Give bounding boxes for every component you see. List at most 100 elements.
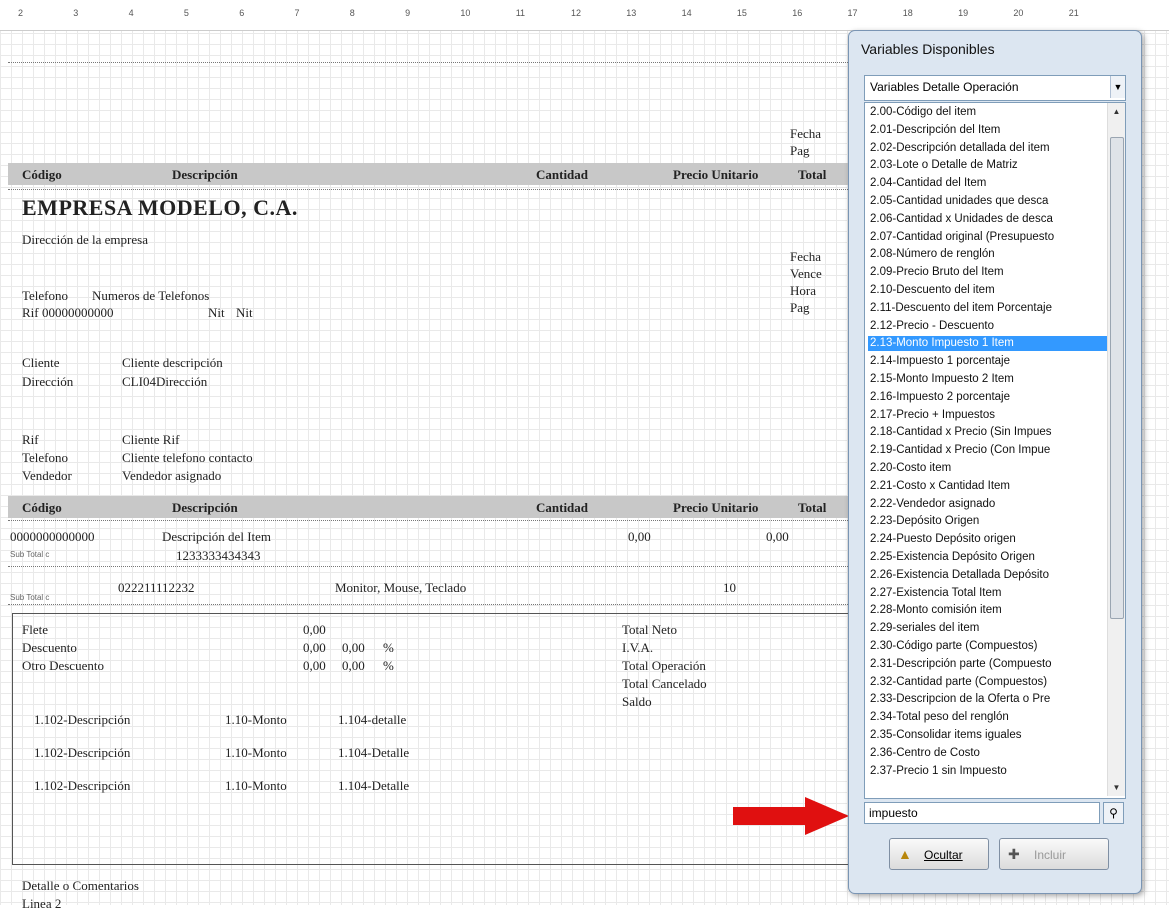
sub-row-description[interactable]: Monitor, Mouse, Teclado — [335, 580, 466, 595]
variable-list-item[interactable]: 2.23-Depósito Origen — [868, 514, 1108, 529]
variable-list-item[interactable]: 2.04-Cantidad del Item — [868, 176, 1108, 191]
client-telefono-label[interactable]: Telefono — [22, 450, 68, 465]
pay-detalle-3[interactable]: 1.104-Detalle — [338, 778, 409, 793]
variable-list-item[interactable]: 2.28-Monto comisión item — [868, 603, 1108, 618]
variable-list-item[interactable]: 2.36-Centro de Costo — [868, 746, 1108, 761]
incluir-button[interactable]: ✚ Incluir — [999, 838, 1109, 870]
variable-list-item[interactable]: 2.24-Puesto Depósito origen — [868, 532, 1108, 547]
variable-list-item[interactable]: 2.34-Total peso del renglón — [868, 710, 1108, 725]
descuento-value[interactable]: 0,00 — [303, 640, 326, 655]
detail-code[interactable]: 0000000000000 — [10, 529, 95, 544]
column-codigo[interactable]: Código — [22, 167, 62, 182]
variable-list-item[interactable]: 2.19-Cantidad x Precio (Con Impue — [868, 443, 1108, 458]
variable-list-item[interactable]: 2.01-Descripción del Item — [868, 123, 1108, 138]
sub-row-quantity[interactable]: 10 — [723, 580, 736, 595]
list-scrollbar[interactable]: ▲ ▼ — [1107, 103, 1125, 796]
linea-label[interactable]: Linea 2 — [22, 896, 61, 911]
detail-column-precio-unitario[interactable]: Precio Unitario — [673, 500, 758, 515]
flete-label[interactable]: Flete — [22, 622, 48, 637]
pay-desc-3[interactable]: 1.102-Descripción — [34, 778, 130, 793]
detail-serial[interactable]: 1233333434343 — [176, 548, 261, 563]
variable-list-item[interactable]: 2.00-Código del item — [868, 105, 1108, 120]
iva-label[interactable]: I.V.A. — [622, 640, 653, 655]
scroll-down-icon[interactable]: ▼ — [1108, 779, 1125, 796]
descuento-label[interactable]: Descuento — [22, 640, 77, 655]
detail-description[interactable]: Descripción del Item — [162, 529, 271, 544]
total-cancelado-label[interactable]: Total Cancelado — [622, 676, 707, 691]
direccion-value[interactable]: CLI04Dirección — [122, 374, 207, 389]
direccion-label[interactable]: Dirección — [22, 374, 73, 389]
pay-monto-3[interactable]: 1.10-Monto — [225, 778, 287, 793]
variable-list-item[interactable]: 2.10-Descuento del item — [868, 283, 1108, 298]
variable-list-item[interactable]: 2.31-Descripción parte (Compuesto — [868, 657, 1108, 672]
variable-list-item[interactable]: 2.20-Costo item — [868, 461, 1108, 476]
variable-list-item[interactable]: 2.12-Precio - Descuento — [868, 319, 1108, 334]
variable-list-item[interactable]: 2.30-Código parte (Compuestos) — [868, 639, 1108, 654]
variable-list-item[interactable]: 2.27-Existencia Total Item — [868, 586, 1108, 601]
company-address[interactable]: Dirección de la empresa — [22, 232, 148, 247]
hora-label[interactable]: Hora — [790, 283, 816, 298]
pay-monto-2[interactable]: 1.10-Monto — [225, 745, 287, 760]
client-rif-label[interactable]: Rif — [22, 432, 39, 447]
telefono-value[interactable]: Numeros de Telefonos — [92, 288, 209, 303]
variables-category-select[interactable]: Variables Detalle Operación ▼ — [864, 75, 1126, 101]
pay-detalle-1[interactable]: 1.104-detalle — [338, 712, 406, 727]
variables-list[interactable]: 2.00-Código del item 2.01-Descripción del… — [864, 102, 1126, 799]
variable-list-item[interactable]: 2.02-Descripción detallada del item — [868, 141, 1108, 156]
telefono-label[interactable]: Telefono — [22, 288, 68, 303]
variable-list-item[interactable]: 2.14-Impuesto 1 porcentaje — [868, 354, 1108, 369]
variable-list-item[interactable]: 2.16-Impuesto 2 porcentaje — [868, 390, 1108, 405]
nit-value[interactable]: Nit — [236, 305, 253, 320]
rif-value[interactable]: 00000000000 — [42, 305, 114, 320]
cliente-value[interactable]: Cliente descripción — [122, 355, 223, 370]
column-total[interactable]: Total — [798, 167, 826, 182]
scroll-thumb[interactable] — [1110, 137, 1124, 619]
rif-label[interactable]: Rif — [22, 305, 39, 320]
search-icon[interactable]: ⚲ — [1103, 802, 1124, 824]
variable-list-item[interactable]: 2.05-Cantidad unidades que desca — [868, 194, 1108, 209]
variable-list-item[interactable]: 2.18-Cantidad x Precio (Sin Impues — [868, 425, 1108, 440]
variable-list-item[interactable]: 2.13-Monto Impuesto 1 Item — [868, 336, 1108, 352]
detail-column-codigo[interactable]: Código — [22, 500, 62, 515]
variable-list-item[interactable]: 2.26-Existencia Detallada Depósito — [868, 568, 1108, 583]
detail-price[interactable]: 0,00 — [766, 529, 789, 544]
detail-column-cantidad[interactable]: Cantidad — [536, 500, 588, 515]
comments-label[interactable]: Detalle o Comentarios — [22, 878, 139, 893]
variables-panel[interactable]: Variables Disponibles Variables Detalle … — [848, 30, 1142, 894]
variable-list-item[interactable]: 2.08-Número de renglón — [868, 247, 1108, 262]
totals-band[interactable] — [12, 613, 850, 865]
total-neto-label[interactable]: Total Neto — [622, 622, 677, 637]
detail-column-descripcion[interactable]: Descripción — [172, 500, 238, 515]
variable-list-item[interactable]: 2.06-Cantidad x Unidades de desca — [868, 212, 1108, 227]
descuento-percent[interactable]: 0,00 — [342, 640, 365, 655]
flete-value[interactable]: 0,00 — [303, 622, 326, 637]
otro-descuento-percent[interactable]: 0,00 — [342, 658, 365, 673]
pay-monto-1[interactable]: 1.10-Monto — [225, 712, 287, 727]
variable-list-item[interactable]: 2.07-Cantidad original (Presupuesto — [868, 230, 1108, 245]
otro-descuento-label[interactable]: Otro Descuento — [22, 658, 104, 673]
variable-list-item[interactable]: 2.35-Consolidar items iguales — [868, 728, 1108, 743]
variable-list-item[interactable]: 2.15-Monto Impuesto 2 Item — [868, 372, 1108, 387]
otro-descuento-value[interactable]: 0,00 — [303, 658, 326, 673]
variable-list-item[interactable]: 2.29-seriales del item — [868, 621, 1108, 636]
variable-list-item[interactable]: 2.21-Costo x Cantidad Item — [868, 479, 1108, 494]
pay-desc-1[interactable]: 1.102-Descripción — [34, 712, 130, 727]
client-rif-value[interactable]: Cliente Rif — [122, 432, 179, 447]
client-telefono-value[interactable]: Cliente telefono contacto — [122, 450, 253, 465]
detail-quantity[interactable]: 0,00 — [628, 529, 651, 544]
variable-list-item[interactable]: 2.33-Descripcion de la Oferta o Pre — [868, 692, 1108, 707]
column-cantidad[interactable]: Cantidad — [536, 167, 588, 182]
variable-list-item[interactable]: 2.22-Vendedor asignado — [868, 497, 1108, 512]
variable-list-item[interactable]: 2.17-Precio + Impuestos — [868, 408, 1108, 423]
cliente-label[interactable]: Cliente — [22, 355, 60, 370]
sub-row-code[interactable]: 022211112232 — [118, 580, 195, 595]
pag-label-2[interactable]: Pag — [790, 300, 810, 315]
column-descripcion[interactable]: Descripción — [172, 167, 238, 182]
detail-column-total[interactable]: Total — [798, 500, 826, 515]
variable-list-item[interactable]: 2.25-Existencia Depósito Origen — [868, 550, 1108, 565]
pag-label[interactable]: Pag — [790, 143, 810, 158]
vendedor-label[interactable]: Vendedor — [22, 468, 72, 483]
column-precio-unitario[interactable]: Precio Unitario — [673, 167, 758, 182]
pay-detalle-2[interactable]: 1.104-Detalle — [338, 745, 409, 760]
search-input[interactable] — [864, 802, 1100, 824]
